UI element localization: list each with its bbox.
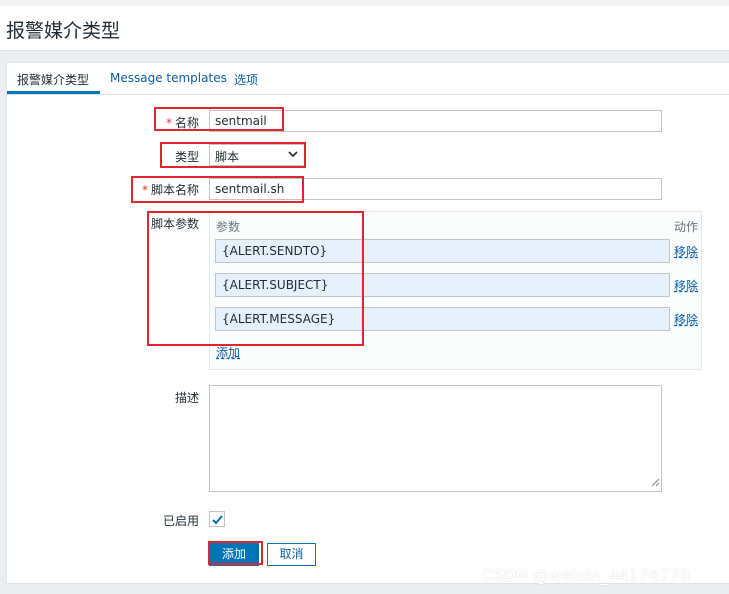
remove-param-link[interactable]: 移除 (674, 243, 698, 260)
add-param-link[interactable]: 添加 (216, 344, 240, 361)
add-button[interactable]: 添加 (209, 543, 259, 566)
type-select[interactable]: 脚本 (209, 144, 305, 166)
tab-media-type[interactable]: 报警媒介类型 (17, 71, 89, 88)
page-header: 报警媒介类型 (0, 6, 729, 51)
type-label: 类型 (174, 150, 199, 164)
tab-bar: 报警媒介类型 Message templates 选项 (7, 63, 729, 95)
resize-grip-icon[interactable] (651, 478, 660, 490)
script-name-label: * 脚本名称 (137, 181, 199, 198)
description-textarea[interactable] (209, 385, 662, 492)
active-tab-indicator (7, 91, 100, 94)
param-input-sendto[interactable]: {ALERT.SENDTO} (215, 239, 670, 263)
enabled-checkbox[interactable] (209, 511, 225, 527)
script-name-label-text: 脚本名称 (150, 183, 199, 197)
action-column-header: 动作 (674, 220, 699, 234)
check-icon (212, 514, 223, 528)
name-label-text: 名称 (174, 116, 199, 130)
required-marker: * (141, 183, 148, 197)
type-select-value: 脚本 (215, 150, 240, 164)
tab-message-templates[interactable]: Message templates (110, 71, 227, 85)
param-column-header: 参数 (216, 220, 241, 234)
cancel-button[interactable]: 取消 (267, 543, 316, 566)
name-input[interactable]: sentmail (209, 110, 662, 132)
form-panel: 报警媒介类型 Message templates 选项 * 名称 sentmail… (6, 62, 729, 584)
page-title: 报警媒介类型 (6, 20, 121, 42)
description-label: 描述 (174, 391, 199, 405)
remove-param-link[interactable]: 移除 (674, 311, 698, 328)
remove-param-link[interactable]: 移除 (674, 277, 698, 294)
script-name-input[interactable]: sentmail.sh (209, 178, 662, 200)
chevron-down-icon (288, 147, 298, 164)
param-input-message[interactable]: {ALERT.MESSAGE} (215, 307, 670, 331)
required-marker: * (165, 116, 172, 130)
enabled-label: 已启用 (162, 514, 199, 528)
watermark-text: CSDN @weixin_44178770 (482, 566, 690, 585)
param-input-subject[interactable]: {ALERT.SUBJECT} (215, 273, 670, 297)
tab-options[interactable]: 选项 (234, 71, 258, 88)
script-params-label: 脚本参数 (150, 217, 199, 231)
name-label: * 名称 (157, 114, 199, 131)
script-params-table: 参数 动作 {ALERT.SENDTO} 移除 {ALERT.SUBJECT} … (209, 211, 702, 370)
